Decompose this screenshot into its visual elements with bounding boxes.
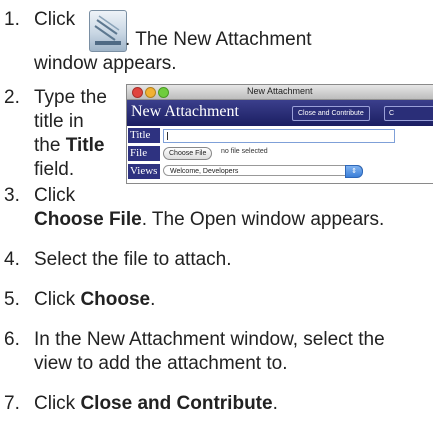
title-row: Title: [127, 128, 433, 144]
step-text: .: [272, 393, 278, 414]
views-select[interactable]: Welcome, Developers ⇕: [163, 165, 363, 178]
secondary-header-button[interactable]: C: [384, 106, 433, 121]
file-row: File Choose File no file selected: [127, 146, 433, 162]
header-title: New Attachment: [131, 103, 239, 120]
views-row: Views Welcome, Developers ⇕: [127, 164, 433, 180]
window-header: New Attachment Close and Contribute C: [127, 100, 433, 126]
step-text: view to add the attachment to.: [34, 353, 288, 374]
window-title: New Attachment: [247, 86, 313, 96]
step-number: 6.: [4, 329, 20, 350]
step-text: . The Open window appears.: [141, 209, 385, 230]
step-text: Click: [34, 393, 81, 414]
step-number: 2.: [4, 87, 20, 108]
title-input[interactable]: [163, 129, 395, 143]
step-text: window appears.: [34, 53, 177, 74]
step-text: In the New Attachment window, select the: [34, 329, 385, 350]
step-text-bold: Choose File: [34, 209, 142, 230]
step-text: Click: [34, 9, 76, 30]
views-label: Views: [128, 164, 160, 179]
step-text-bold: Title: [65, 135, 105, 156]
window-titlebar: New Attachment: [127, 85, 433, 100]
close-and-contribute-button[interactable]: Close and Contribute: [292, 106, 370, 121]
step-text: Type the: [34, 87, 107, 108]
minimize-window-icon[interactable]: [145, 87, 156, 98]
step-text: Click: [34, 185, 76, 206]
step-number: 1.: [4, 9, 20, 30]
step-text: . The New Attachment: [125, 29, 312, 50]
step-text: field.: [34, 159, 75, 180]
step-text-bold: Choose: [80, 289, 151, 310]
step-text: Click: [34, 289, 81, 310]
step-text: .: [150, 289, 156, 310]
no-file-text: no file selected: [221, 148, 268, 155]
choose-file-button[interactable]: Choose File: [163, 147, 213, 160]
new-attachment-window: New Attachment New Attachment Close and …: [126, 84, 433, 184]
step-number: 3.: [4, 185, 20, 206]
step-number: 5.: [4, 289, 20, 310]
step-text: the: [34, 135, 61, 156]
step-text: Select the file to attach.: [34, 249, 232, 270]
step-text-bold: Close and Contribute: [80, 393, 273, 414]
close-window-icon[interactable]: [132, 87, 143, 98]
step-text: title in: [34, 111, 84, 132]
new-attachment-icon[interactable]: [89, 10, 127, 52]
title-label: Title: [128, 128, 160, 143]
step-number: 7.: [4, 393, 20, 414]
zoom-window-icon[interactable]: [158, 87, 169, 98]
file-label: File: [128, 146, 160, 161]
views-selected-value: Welcome, Developers: [170, 168, 239, 175]
select-arrows-icon: ⇕: [345, 165, 363, 178]
step-number: 4.: [4, 249, 20, 270]
